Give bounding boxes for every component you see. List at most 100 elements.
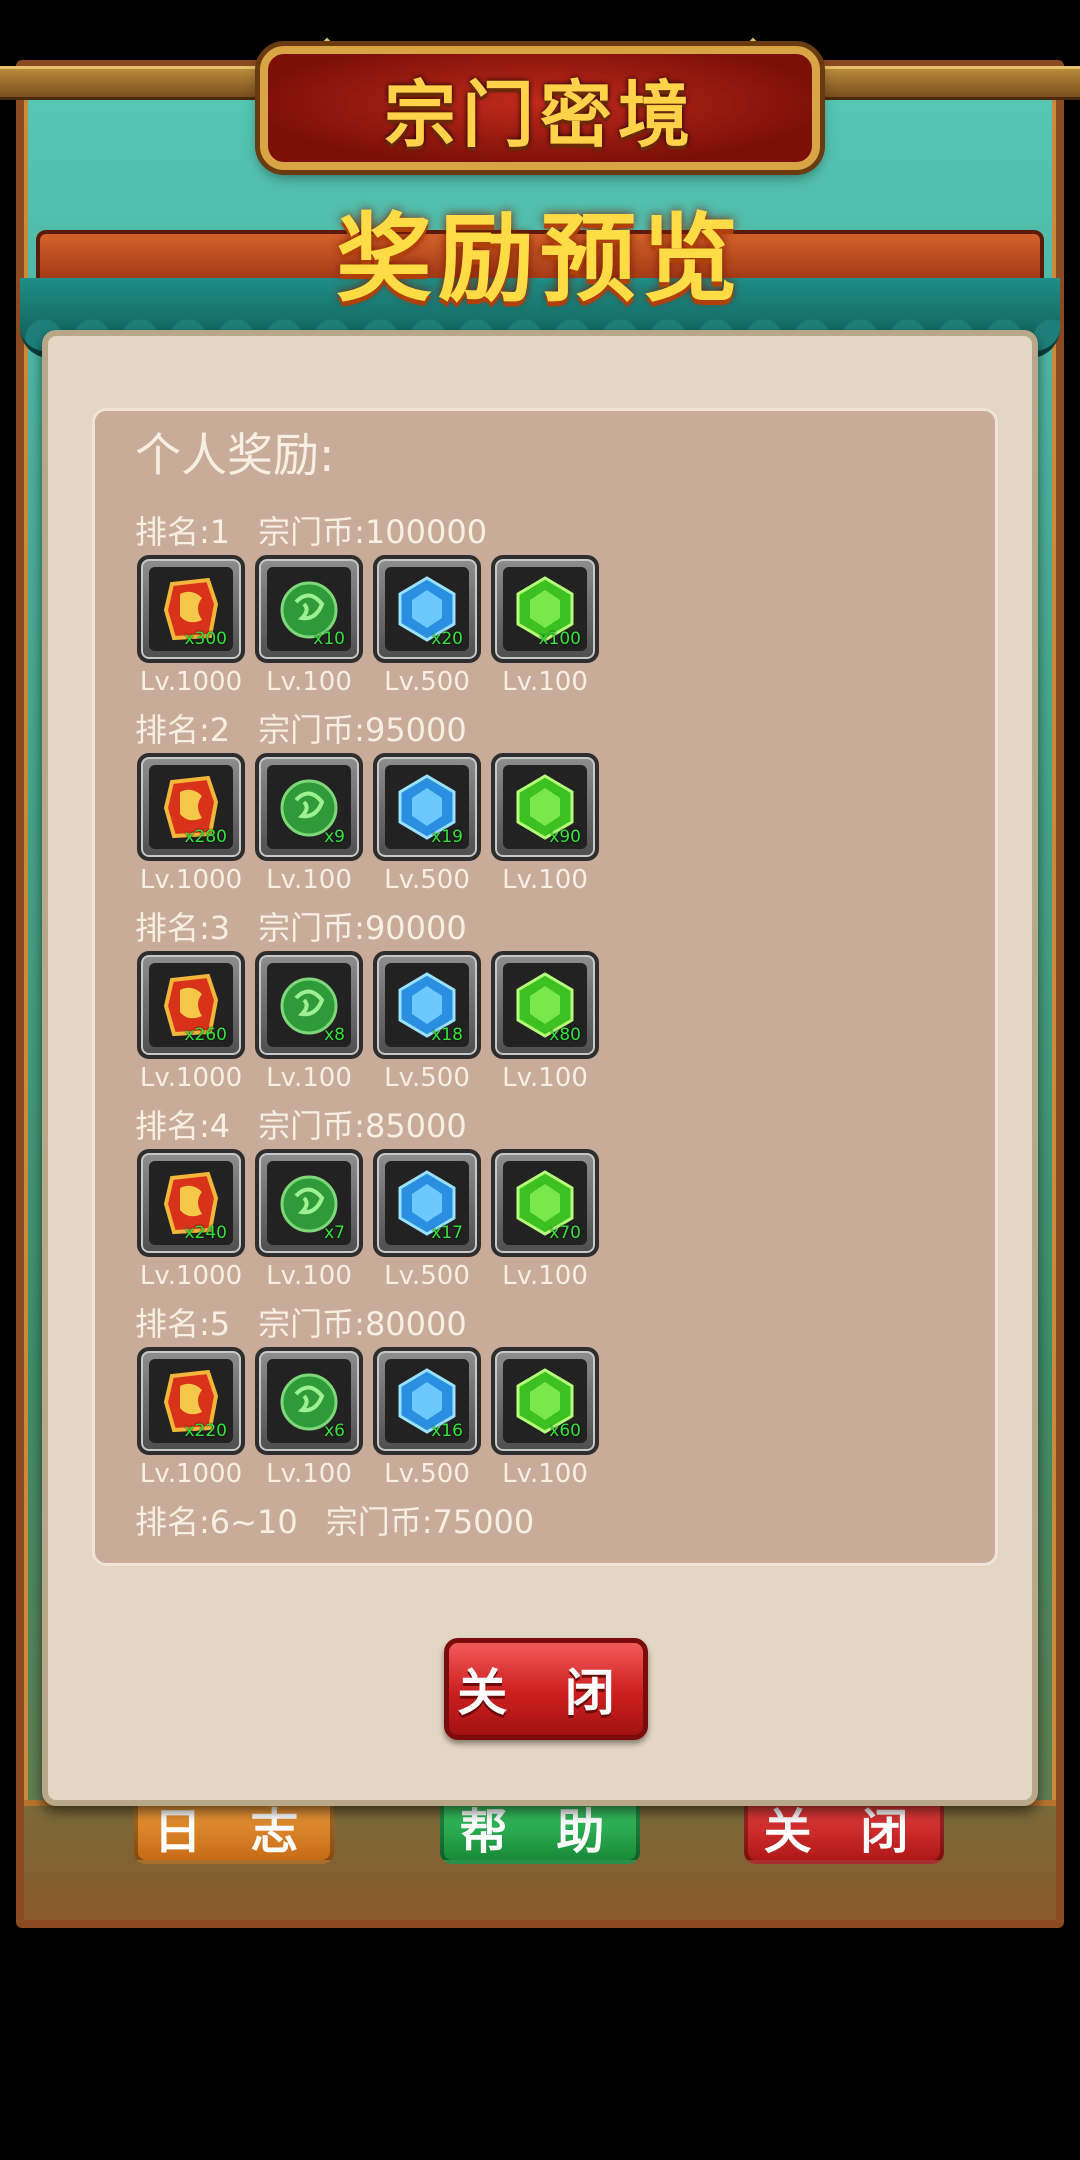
page-title: 宗门密境 — [383, 72, 696, 157]
item-slot[interactable]: x240 — [137, 1149, 245, 1257]
item-slot[interactable]: x100 — [491, 555, 599, 663]
item-level: Lv.100 — [502, 1459, 588, 1489]
reward-items-row: x260 Lv.1000 x8 Lv.100 x18 Lv.500 x80 Lv.100 — [137, 951, 995, 1097]
rank-line: 排名:4 宗门币:85000 — [135, 1103, 995, 1149]
item-slot[interactable]: x60 — [491, 1347, 599, 1455]
item-quantity: x18 — [431, 1025, 463, 1045]
reward-item[interactable]: x70 Lv.100 — [491, 1149, 599, 1295]
rank-block: 排名:1 宗门币:100000 x300 Lv.1000 x10 Lv.100 x20 Lv.… — [135, 509, 995, 701]
item-slot[interactable]: x80 — [491, 951, 599, 1059]
item-quantity: x80 — [549, 1025, 581, 1045]
reward-item[interactable]: x240 Lv.1000 — [137, 1149, 245, 1295]
item-slot[interactable]: x260 — [137, 951, 245, 1059]
item-slot[interactable]: x280 — [137, 753, 245, 861]
item-quantity: x300 — [184, 629, 227, 649]
item-quantity: x220 — [184, 1421, 227, 1441]
item-slot-inner: x7 — [267, 1161, 351, 1245]
item-level: Lv.100 — [266, 1459, 352, 1489]
reward-item[interactable]: x220 Lv.1000 — [137, 1347, 245, 1493]
item-slot[interactable]: x10 — [255, 555, 363, 663]
sect-coin-reward: 宗门币:90000 — [258, 909, 467, 947]
close-button[interactable]: 关 闭 — [444, 1638, 648, 1740]
item-level: Lv.100 — [502, 1063, 588, 1093]
reward-items-row: x300 Lv.1000 x10 Lv.100 x20 Lv.500 x100 Lv.100 — [137, 555, 995, 701]
section-title: 个人奖励: — [135, 428, 335, 482]
reward-item[interactable]: x280 Lv.1000 — [137, 753, 245, 899]
item-level: Lv.100 — [502, 865, 588, 895]
item-quantity: x70 — [549, 1223, 581, 1243]
item-slot-inner: x90 — [503, 765, 587, 849]
item-slot[interactable]: x18 — [373, 951, 481, 1059]
reward-item[interactable]: x100 Lv.100 — [491, 555, 599, 701]
item-quantity: x60 — [549, 1421, 581, 1441]
item-slot-inner: x20 — [385, 567, 469, 651]
item-quantity: x10 — [313, 629, 345, 649]
item-slot[interactable]: x16 — [373, 1347, 481, 1455]
reward-item[interactable]: x80 Lv.100 — [491, 951, 599, 1097]
reward-item[interactable]: x260 Lv.1000 — [137, 951, 245, 1097]
item-slot-inner: x19 — [385, 765, 469, 849]
item-slot[interactable]: x90 — [491, 753, 599, 861]
item-slot-inner: x18 — [385, 963, 469, 1047]
reward-item[interactable]: x18 Lv.500 — [373, 951, 481, 1097]
reward-item[interactable]: x8 Lv.100 — [255, 951, 363, 1097]
item-slot-inner: x240 — [149, 1161, 233, 1245]
rank-line: 排名:2 宗门币:95000 — [135, 707, 995, 753]
item-slot[interactable]: x70 — [491, 1149, 599, 1257]
reward-item[interactable]: x90 Lv.100 — [491, 753, 599, 899]
item-level: Lv.1000 — [139, 1459, 243, 1489]
item-slot[interactable]: x17 — [373, 1149, 481, 1257]
rank-label: 排名:1 — [135, 513, 231, 551]
item-quantity: x100 — [538, 629, 581, 649]
item-quantity: x8 — [324, 1025, 345, 1045]
item-quantity: x19 — [431, 827, 463, 847]
title-plate: 宗门密境 — [260, 46, 820, 170]
item-slot[interactable]: x7 — [255, 1149, 363, 1257]
reward-item[interactable]: x10 Lv.100 — [255, 555, 363, 701]
reward-item[interactable]: x60 Lv.100 — [491, 1347, 599, 1493]
item-level: Lv.100 — [266, 865, 352, 895]
reward-item[interactable]: x6 Lv.100 — [255, 1347, 363, 1493]
item-slot-inner: x8 — [267, 963, 351, 1047]
rank-block: 排名:5 宗门币:80000 x220 Lv.1000 x6 Lv.100 x16 Lv.50… — [135, 1301, 995, 1493]
item-slot-inner: x10 — [267, 567, 351, 651]
item-level: Lv.1000 — [139, 1261, 243, 1291]
item-level: Lv.100 — [266, 667, 352, 697]
item-slot[interactable]: x220 — [137, 1347, 245, 1455]
item-level: Lv.500 — [384, 1063, 470, 1093]
item-slot[interactable]: x300 — [137, 555, 245, 663]
item-level: Lv.500 — [384, 667, 470, 697]
reward-item[interactable]: x7 Lv.100 — [255, 1149, 363, 1295]
item-slot[interactable]: x8 — [255, 951, 363, 1059]
rank-label: 排名:2 — [135, 711, 231, 749]
reward-list-panel[interactable]: 个人奖励: 排名:1 宗门币:100000 x300 Lv.1000 x10 Lv.100… — [92, 408, 998, 1566]
item-slot[interactable]: x20 — [373, 555, 481, 663]
rank-list: 排名:1 宗门币:100000 x300 Lv.1000 x10 Lv.100 x20 Lv.… — [135, 509, 995, 1545]
item-quantity: x16 — [431, 1421, 463, 1441]
rank-label: 排名:4 — [135, 1107, 231, 1145]
item-level: Lv.100 — [266, 1063, 352, 1093]
reward-item[interactable]: x19 Lv.500 — [373, 753, 481, 899]
item-slot-inner: x300 — [149, 567, 233, 651]
reward-item[interactable]: x16 Lv.500 — [373, 1347, 481, 1493]
item-quantity: x90 — [549, 827, 581, 847]
item-quantity: x240 — [184, 1223, 227, 1243]
rank-block: 排名:6~10 宗门币:75000 — [135, 1499, 995, 1545]
reward-item[interactable]: x9 Lv.100 — [255, 753, 363, 899]
item-slot-inner: x17 — [385, 1161, 469, 1245]
item-slot[interactable]: x6 — [255, 1347, 363, 1455]
item-slot[interactable]: x9 — [255, 753, 363, 861]
item-slot-inner: x260 — [149, 963, 233, 1047]
rank-line: 排名:5 宗门币:80000 — [135, 1301, 995, 1347]
reward-preview-dialog: 个人奖励: 排名:1 宗门币:100000 x300 Lv.1000 x10 Lv.100… — [42, 330, 1038, 1806]
rank-label: 排名:5 — [135, 1305, 231, 1343]
reward-item[interactable]: x300 Lv.1000 — [137, 555, 245, 701]
rank-block: 排名:3 宗门币:90000 x260 Lv.1000 x8 Lv.100 x18 Lv.50… — [135, 905, 995, 1097]
item-slot[interactable]: x19 — [373, 753, 481, 861]
sect-coin-reward: 宗门币:85000 — [258, 1107, 467, 1145]
item-slot-inner: x9 — [267, 765, 351, 849]
reward-item[interactable]: x17 Lv.500 — [373, 1149, 481, 1295]
item-level: Lv.100 — [502, 667, 588, 697]
reward-item[interactable]: x20 Lv.500 — [373, 555, 481, 701]
item-slot-inner: x60 — [503, 1359, 587, 1443]
